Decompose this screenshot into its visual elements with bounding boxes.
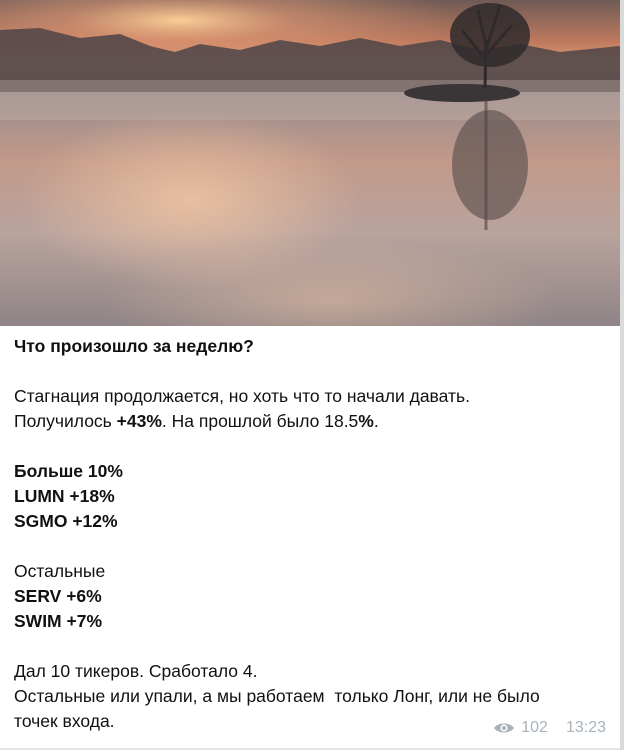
paragraph-line: Стагнация продолжается, но хоть что то н… (14, 386, 470, 406)
text-span: . (373, 411, 379, 431)
percent-sign: % (358, 411, 374, 431)
text-span: Получилось (14, 411, 117, 431)
result-percent: +43% (116, 411, 162, 431)
message-bubble: Что произошло за неделю? Стагнация продо… (0, 0, 621, 748)
section-title: Больше 10% (14, 461, 123, 481)
paragraph-line: Дал 10 тикеров. Сработало 4. (14, 661, 258, 681)
views-count: 102 (521, 719, 548, 736)
message-time: 13:23 (565, 719, 606, 736)
sunset-lake-image (0, 0, 620, 326)
section-title: Остальные (14, 561, 106, 581)
paragraph-line: Получилось +43%. На прошлой было 18.5%. (14, 409, 604, 434)
ticker-line: SWIM +7% (14, 611, 103, 631)
paragraph-line: Остальные или упали, а мы работаем тольк… (14, 686, 540, 706)
ticker-line: SERV +6% (14, 586, 102, 606)
eye-icon (494, 723, 515, 733)
ticker-line: LUMN +18% (14, 486, 115, 506)
message-meta: 102 13:23 (493, 719, 606, 737)
scrollbar[interactable] (620, 0, 624, 750)
post-text: Что произошло за неделю? Стагнация продо… (14, 334, 604, 734)
ticker-line: SGMO +12% (14, 511, 118, 531)
post-title: Что произошло за неделю? (14, 336, 254, 356)
text-span: . На прошлой было 18.5 (161, 411, 359, 431)
post-photo[interactable] (0, 0, 620, 326)
